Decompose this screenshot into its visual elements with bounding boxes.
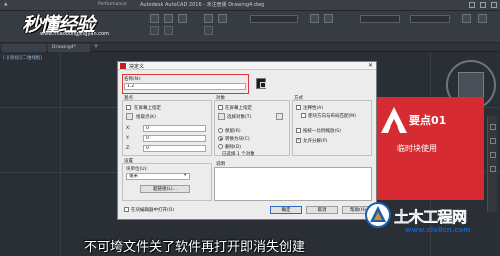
scale-uniform-label: 按统一比例缩放(S) xyxy=(303,129,341,134)
convert-label: 转换为块(C) xyxy=(225,137,250,142)
showmotion-icon[interactable] xyxy=(489,166,496,172)
hyperlink-button[interactable]: 超链接(L)... xyxy=(140,185,190,193)
base-z-input[interactable]: 0 xyxy=(143,145,206,152)
app-menu-button[interactable]: ▲ xyxy=(4,2,7,7)
window-controls xyxy=(469,2,497,8)
ribbon-tool[interactable] xyxy=(204,14,213,23)
open-in-editor-checkbox[interactable] xyxy=(124,207,129,212)
maximize-icon[interactable] xyxy=(480,2,486,8)
grid-line xyxy=(60,52,61,256)
file-tabs: Drawing4* + xyxy=(0,43,500,52)
ribbon-tool[interactable] xyxy=(164,26,173,35)
autocad-logo-icon xyxy=(381,107,407,133)
scale-uniform-checkbox[interactable] xyxy=(296,128,301,133)
window-title: Autodesk AutoCAD 2016 - 未注册版 Drawing4.dw… xyxy=(140,2,265,8)
select-objects-icon[interactable] xyxy=(218,113,225,120)
note-title: 要点01 xyxy=(409,114,447,127)
orbit-icon[interactable] xyxy=(489,152,496,158)
base-on-screen-label: 在屏幕上指定 xyxy=(134,106,161,111)
select-objects-label[interactable]: 选择对象(T) xyxy=(227,114,251,120)
z-label: Z: xyxy=(126,146,131,151)
ribbon-tool[interactable] xyxy=(150,14,159,23)
pick-point-label[interactable]: 拾取点(K) xyxy=(136,114,156,120)
allow-explode-label: 允许分解(P) xyxy=(303,139,328,144)
base-on-screen-checkbox[interactable] xyxy=(126,105,131,110)
block-unit-label: 块单位(U): xyxy=(126,167,148,172)
ribbon-tool[interactable] xyxy=(324,14,333,23)
description-textarea[interactable] xyxy=(214,167,372,201)
block-definition-dialog: 块定义 ✕ 名称(N): 1.2 基点 在屏幕上指定 拾取点(K) X: 0 Y… xyxy=(117,61,377,220)
video-subtitle: 不可垮文件关了软件再打开即消失创建 xyxy=(84,240,306,255)
chevron-down-icon[interactable]: ▾ xyxy=(184,173,186,178)
objects-on-screen-label: 在屏幕上指定 xyxy=(225,106,252,111)
close-icon[interactable] xyxy=(491,2,497,8)
match-orientation-checkbox[interactable] xyxy=(301,113,306,118)
annotative-label: 注释性(A) xyxy=(303,106,324,111)
ribbon-tool[interactable] xyxy=(478,14,487,23)
y-label: Y: xyxy=(126,136,130,141)
tab-start[interactable] xyxy=(2,44,46,52)
base-y-input[interactable]: 0 xyxy=(143,135,206,142)
ribbon-tool[interactable] xyxy=(310,14,319,23)
tab-drawing[interactable]: Drawing4* xyxy=(48,44,90,52)
selection-status: 已选择 1 个对象 xyxy=(222,152,255,157)
note-panel: 要点01 临时块使用 xyxy=(377,97,484,200)
viewcube-face[interactable] xyxy=(458,72,484,98)
civilcn-logo-icon xyxy=(365,202,391,228)
minimize-icon[interactable] xyxy=(469,2,475,8)
property-dropdown[interactable] xyxy=(410,15,450,23)
open-in-editor-label: 在块编辑器中打开(O) xyxy=(131,208,175,213)
navigation-bar xyxy=(487,116,497,212)
ribbon-tool[interactable] xyxy=(204,26,213,35)
block-unit-select[interactable]: 毫米 xyxy=(126,173,190,180)
brand-url: www.miaodongjingyan.com xyxy=(40,31,109,37)
retain-label: 保留(R) xyxy=(225,129,241,134)
ribbon-tool[interactable] xyxy=(150,26,159,35)
allow-explode-checkbox[interactable] xyxy=(296,137,301,143)
watermark-url: www.civilcn.com xyxy=(405,226,471,234)
quick-access-tab[interactable]: Performance xyxy=(98,2,127,7)
x-label: X: xyxy=(126,126,131,131)
retain-radio[interactable] xyxy=(218,128,223,133)
new-tab-button[interactable]: + xyxy=(92,44,100,51)
dialog-title: 块定义 xyxy=(129,64,145,70)
convert-radio[interactable] xyxy=(218,136,223,141)
match-orientation-label: 使块方向与布局匹配(M) xyxy=(308,114,356,119)
autocad-icon xyxy=(120,63,126,69)
delete-radio[interactable] xyxy=(218,144,223,149)
ribbon-tool[interactable] xyxy=(462,14,471,23)
highlight-box xyxy=(122,74,249,94)
watermark-title: 土木工程网 xyxy=(394,208,467,226)
pan-icon[interactable] xyxy=(489,124,496,130)
ribbon-tool[interactable] xyxy=(164,14,173,23)
ok-button[interactable]: 确定 xyxy=(270,206,302,214)
pick-point-icon[interactable] xyxy=(126,113,133,120)
note-body: 临时块使用 xyxy=(397,144,437,153)
dialog-title-bar: 块定义 ✕ xyxy=(118,62,376,70)
block-preview xyxy=(256,78,266,89)
property-dropdown[interactable] xyxy=(360,15,400,23)
objects-on-screen-checkbox[interactable] xyxy=(218,105,223,110)
viewport-label[interactable]: [-][俯视][二维线框] xyxy=(3,55,42,61)
quick-select-icon[interactable] xyxy=(276,113,283,120)
delete-label: 删除(D) xyxy=(225,145,241,150)
close-icon[interactable]: ✕ xyxy=(368,62,373,69)
ribbon-tool[interactable] xyxy=(218,14,227,23)
zoom-icon[interactable] xyxy=(489,138,496,144)
layer-dropdown[interactable] xyxy=(250,15,298,23)
annotative-checkbox[interactable] xyxy=(296,105,301,110)
base-x-input[interactable]: 0 xyxy=(143,125,206,132)
ribbon-tool[interactable] xyxy=(178,14,187,23)
cancel-button[interactable]: 取消 xyxy=(306,206,338,214)
